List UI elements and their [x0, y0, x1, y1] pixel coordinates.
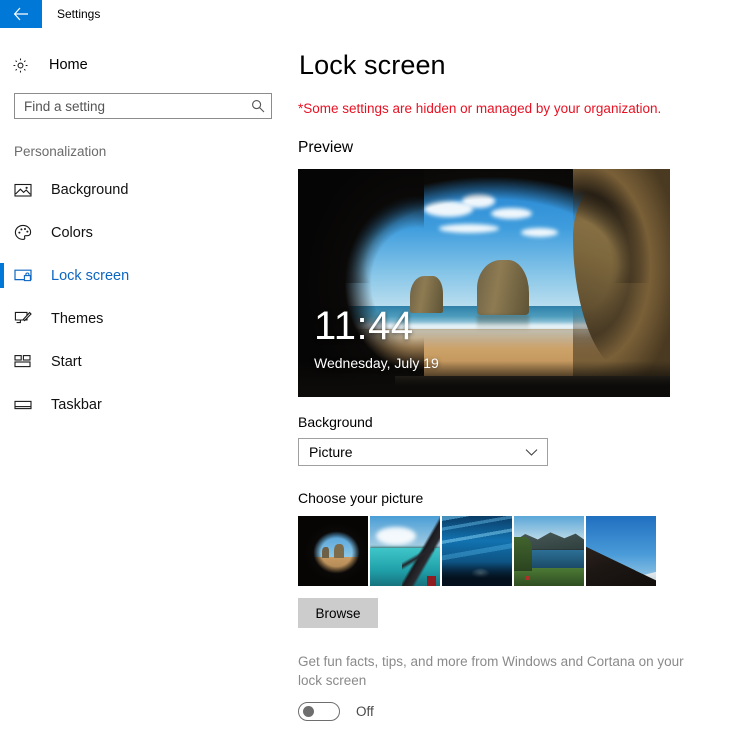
lock-screen-icon [14, 268, 36, 284]
sidebar-item-themes[interactable]: Themes [0, 297, 292, 340]
clock-date: Wednesday, July 19 [314, 355, 439, 371]
sidebar-item-themes-label: Themes [51, 310, 104, 327]
thumb-cave-frame [298, 516, 368, 586]
sidebar-item-background-label: Background [51, 181, 129, 198]
picture-icon [14, 182, 36, 198]
thumb-ice-floor [442, 562, 512, 586]
toggle-knob [303, 706, 314, 718]
selection-accent-bar [0, 177, 4, 202]
selection-accent-bar [0, 306, 4, 331]
taskbar-icon [14, 398, 36, 412]
palette-icon [14, 224, 36, 241]
sidebar-item-home[interactable]: Home [0, 50, 292, 80]
fun-facts-toggle-state: Off [356, 704, 374, 720]
cave-beach-thumbnail[interactable] [298, 516, 368, 586]
lock-screen-clock: 11:44 Wednesday, July 19 [314, 306, 439, 371]
selection-accent-bar [0, 263, 4, 288]
start-tiles-icon [14, 354, 36, 369]
content-pane: Lock screen *Some settings are hidden or… [292, 28, 750, 730]
fun-facts-toggle-row: Off [298, 702, 750, 722]
sidebar-item-lock-screen[interactable]: Lock screen [0, 254, 292, 297]
search-box[interactable] [14, 93, 272, 119]
ice-cave-thumbnail[interactable] [442, 516, 512, 586]
page-title: Lock screen [299, 50, 446, 80]
app-shell: Home Personalization [0, 28, 750, 730]
lock-screen-preview: 11:44 Wednesday, July 19 [298, 169, 670, 397]
back-button[interactable] [0, 0, 42, 28]
sidebar-section-title: Personalization [14, 144, 107, 159]
sidebar-item-taskbar-label: Taskbar [51, 396, 102, 413]
preview-heading: Preview [298, 139, 354, 156]
background-dropdown[interactable]: Picture [298, 438, 548, 466]
sidebar-item-start[interactable]: Start [0, 340, 292, 383]
selection-accent-bar [0, 220, 4, 245]
picture-thumbnail-list [298, 516, 750, 586]
search-icon[interactable] [245, 99, 271, 113]
back-arrow-icon [13, 7, 29, 21]
search-input[interactable] [15, 94, 245, 118]
sea-stack-reflection [476, 314, 529, 331]
sidebar-item-home-label: Home [49, 57, 88, 73]
title-bar: Settings [0, 0, 750, 28]
sidebar: Home Personalization [0, 28, 292, 730]
thumb-hull [427, 576, 436, 586]
mountain-lake-thumbnail[interactable] [514, 516, 584, 586]
background-dropdown-value: Picture [309, 444, 353, 460]
choose-picture-label: Choose your picture [298, 490, 424, 506]
thumb-hillside [514, 537, 533, 571]
sidebar-nav: Background Colors Lock screen Themes Sta… [0, 168, 292, 426]
sidebar-item-start-label: Start [51, 353, 82, 370]
gear-icon [12, 57, 34, 74]
brush-icon [14, 310, 36, 327]
chevron-down-icon [525, 444, 538, 460]
sidebar-item-colors[interactable]: Colors [0, 211, 292, 254]
sidebar-item-background[interactable]: Background [0, 168, 292, 211]
sidebar-item-lock-screen-label: Lock screen [51, 267, 130, 284]
sidebar-item-colors-label: Colors [51, 224, 93, 241]
fun-facts-toggle[interactable] [298, 702, 340, 722]
selection-accent-bar [0, 349, 4, 374]
selection-accent-bar [0, 392, 4, 417]
clock-time: 11:44 [314, 304, 414, 348]
turquoise-bay-thumbnail[interactable] [370, 516, 440, 586]
background-label: Background [298, 414, 373, 430]
window-title: Settings [57, 7, 101, 21]
dark-slope-thumbnail[interactable] [586, 516, 656, 586]
sidebar-item-taskbar[interactable]: Taskbar [0, 383, 292, 426]
organization-notice: *Some settings are hidden or managed by … [298, 101, 662, 116]
browse-button[interactable]: Browse [298, 598, 378, 628]
fun-facts-description: Get fun facts, tips, and more from Windo… [298, 654, 684, 689]
